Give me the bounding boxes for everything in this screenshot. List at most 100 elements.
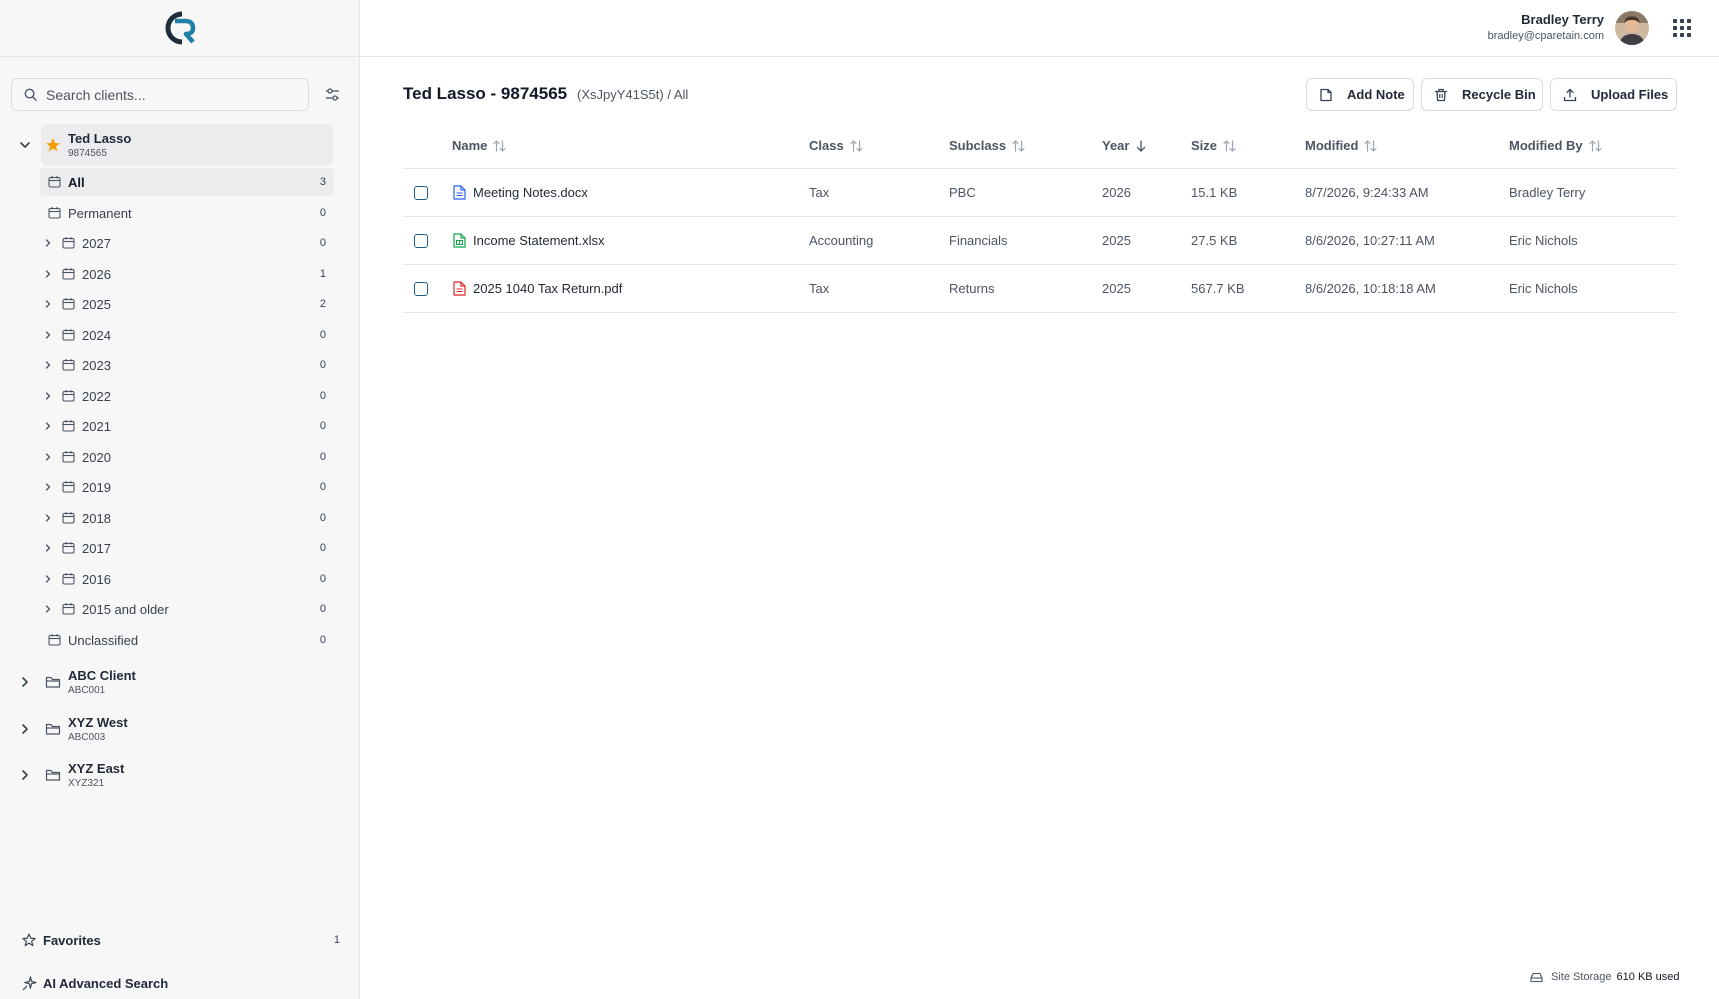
table-row[interactable]: Income Statement.xlsx Accounting Financi… [403,217,1677,265]
recycle-bin-label: Recycle Bin [1462,87,1536,102]
folder-item[interactable]: Unclassified 0 [40,626,334,654]
client-row-ted-lasso[interactable]: Ted Lasso 9874565 [0,124,360,168]
chevron-right-icon[interactable] [43,421,53,431]
folder-item[interactable]: 2015 and older 0 [40,595,334,623]
calendar-icon [62,573,75,585]
calendar-icon [62,512,75,524]
folder-item[interactable]: 2026 1 [40,260,334,288]
folder-item[interactable]: 2020 0 [40,443,334,471]
calendar-icon [62,237,75,249]
folder-label: 2023 [82,358,111,373]
file-modified-by: Bradley Terry [1509,185,1586,200]
row-checkbox[interactable] [414,234,428,248]
client-row-abc-client[interactable]: ABC Client ABC001 [0,661,360,705]
sort-desc-icon [1137,139,1146,152]
chevron-right-icon[interactable] [43,299,53,309]
chevron-right-icon[interactable] [43,574,53,584]
spreadsheet-icon [453,233,466,248]
star-filled-icon[interactable] [45,137,61,153]
chevron-right-icon[interactable] [43,604,53,614]
calendar-icon [62,481,75,493]
recycle-bin-button[interactable]: Recycle Bin [1421,78,1543,111]
calendar-icon [48,207,61,219]
app-logo[interactable] [158,8,202,48]
chevron-right-icon[interactable] [43,238,53,248]
chevron-right-icon[interactable] [43,482,53,492]
folder-count: 1 [319,268,326,280]
folder-label: Permanent [68,206,132,221]
file-name[interactable]: 2025 1040 Tax Return.pdf [473,281,622,296]
chevron-right-icon[interactable] [43,543,53,553]
file-name[interactable]: Income Statement.xlsx [473,233,605,248]
row-checkbox[interactable] [414,186,428,200]
chevron-right-icon[interactable] [43,269,53,279]
apps-grid-icon[interactable] [1672,18,1692,38]
file-name[interactable]: Meeting Notes.docx [473,185,588,200]
sort-icon [1589,139,1602,152]
folder-count: 0 [319,237,326,249]
folder-item[interactable]: 2016 0 [40,565,334,593]
folder-item[interactable]: 2023 0 [40,351,334,379]
folder-item[interactable]: All 3 [40,168,334,196]
calendar-icon [62,603,75,615]
row-checkbox[interactable] [414,282,428,296]
calendar-icon [62,451,75,463]
add-note-label: Add Note [1347,87,1405,102]
table-row[interactable]: Meeting Notes.docx Tax PBC 2026 15.1 KB … [403,169,1677,217]
column-header-class[interactable]: Class [809,138,863,153]
file-subclass: PBC [949,185,976,200]
chevron-right-icon[interactable] [43,513,53,523]
chevron-right-icon[interactable] [43,330,53,340]
column-header-size[interactable]: Size [1191,138,1236,153]
column-header-name[interactable]: Name [452,138,507,153]
column-header-year[interactable]: Year [1102,138,1147,153]
search-input[interactable] [46,86,286,103]
folder-label: 2019 [82,480,111,495]
chevron-right-icon[interactable] [18,675,32,689]
column-header-modified[interactable]: Modified [1305,138,1378,153]
favorites-item[interactable]: Favorites 1 [22,930,340,952]
folder-item[interactable]: 2027 0 [40,229,334,257]
folder-item[interactable]: 2021 0 [40,412,334,440]
hard-drive-icon [1530,972,1543,982]
filter-settings-icon[interactable] [324,86,341,103]
upload-files-button[interactable]: Upload Files [1550,78,1677,111]
folder-item[interactable]: 2025 2 [40,290,334,318]
calendar-icon [62,359,75,371]
ai-advanced-search-item[interactable]: AI Advanced Search [22,973,242,995]
app: Ted Lasso 9874565 All3Permanent020270202… [0,0,1719,999]
column-label: Year [1102,138,1130,153]
chevron-right-icon[interactable] [18,722,32,736]
chevron-right-icon[interactable] [18,768,32,782]
column-header-modified-by[interactable]: Modified By [1509,138,1602,153]
folder-item[interactable]: 2024 0 [40,321,334,349]
folder-item[interactable]: 2019 0 [40,473,334,501]
sidebar-divider [0,56,360,57]
ai-search-label: AI Advanced Search [43,976,169,991]
chevron-right-icon[interactable] [43,360,53,370]
client-row-xyz-east[interactable]: XYZ East XYZ321 [0,754,360,798]
folder-count: 0 [319,603,326,615]
file-subclass: Returns [949,281,995,296]
chevron-right-icon[interactable] [43,452,53,462]
client-row-xyz-west[interactable]: XYZ West ABC003 [0,708,360,752]
chevron-down-icon[interactable] [18,138,32,152]
chevron-right-icon[interactable] [43,391,53,401]
folder-item[interactable]: 2022 0 [40,382,334,410]
column-header-subclass[interactable]: Subclass [949,138,1025,153]
sort-icon [850,139,863,152]
client-search[interactable] [11,78,309,111]
file-class: Tax [809,281,830,296]
file-modified: 8/6/2026, 10:27:11 AM [1305,233,1435,248]
file-modified: 8/7/2026, 9:24:33 AM [1305,185,1429,200]
folder-item[interactable]: 2018 0 [40,504,334,532]
add-note-button[interactable]: Add Note [1306,78,1414,111]
column-label: Subclass [949,138,1007,153]
folder-item[interactable]: 2017 0 [40,534,334,562]
folder-item[interactable]: Permanent 0 [40,199,334,227]
sparkle-icon [22,976,37,991]
calendar-icon [62,420,75,432]
table-row[interactable]: 2025 1040 Tax Return.pdf Tax Returns 202… [403,265,1677,313]
calendar-icon [62,542,75,554]
avatar[interactable] [1615,11,1649,45]
